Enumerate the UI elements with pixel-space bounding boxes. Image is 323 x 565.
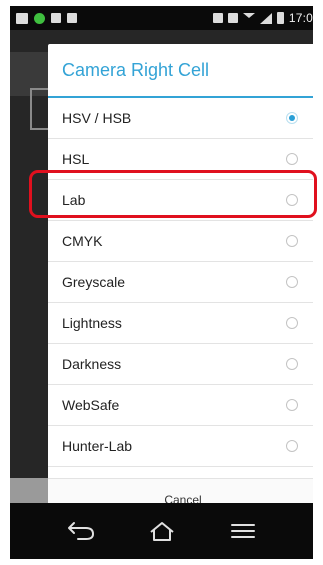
radio-unselected-icon[interactable] [286, 235, 298, 247]
option-label: WebSafe [62, 397, 120, 413]
option-list: HSV / HSB HSL Lab CMYK Greyscale Lightne… [48, 98, 313, 467]
home-button[interactable] [142, 511, 182, 551]
option-websafe[interactable]: WebSafe [48, 385, 313, 426]
radio-unselected-icon[interactable] [286, 399, 298, 411]
option-label: Greyscale [62, 274, 126, 290]
status-left [16, 10, 77, 26]
wifi-icon [242, 13, 255, 23]
option-hunter-lab[interactable]: Hunter-Lab [48, 426, 313, 467]
option-greyscale[interactable]: Greyscale [48, 262, 313, 303]
radio-unselected-icon[interactable] [286, 194, 298, 206]
status-time: 17:0 [288, 11, 313, 25]
app-notification-icon [34, 12, 45, 24]
menu-button[interactable] [223, 511, 263, 551]
option-label: Hunter-Lab [62, 438, 133, 454]
radio-unselected-icon[interactable] [286, 440, 298, 452]
option-label: Lightness [62, 315, 122, 331]
nfc-icon [212, 13, 223, 23]
option-label: Lab [62, 192, 86, 208]
option-label: HSV / HSB [62, 110, 132, 126]
phone-screen: 17:0 Camera Right Cell HSV / HSB HSL Lab… [10, 6, 313, 559]
option-lab[interactable]: Lab [48, 180, 313, 221]
navigation-bar [10, 503, 313, 559]
option-label: HSL [62, 151, 90, 167]
cat-notification-icon [51, 13, 61, 23]
back-arrow-icon [67, 522, 94, 540]
option-darkness[interactable]: Darkness [48, 344, 313, 385]
menu-icon [230, 524, 255, 538]
radio-unselected-icon[interactable] [286, 358, 298, 370]
image-notification-icon [67, 13, 77, 23]
battery-icon [276, 12, 284, 24]
color-model-dialog: Camera Right Cell HSV / HSB HSL Lab CMYK… [48, 44, 313, 520]
option-cmyk[interactable]: CMYK [48, 221, 313, 262]
radio-unselected-icon[interactable] [286, 276, 298, 288]
home-icon [149, 522, 174, 541]
notification-icon [16, 12, 28, 24]
back-button[interactable] [61, 511, 101, 551]
radio-unselected-icon[interactable] [286, 317, 298, 329]
option-hsv-hsb[interactable]: HSV / HSB [48, 98, 313, 139]
vibrate-icon [227, 13, 238, 23]
radio-selected-icon[interactable] [286, 112, 298, 124]
option-label: Darkness [62, 356, 122, 372]
radio-unselected-icon[interactable] [286, 153, 298, 165]
status-right: 17:0 [212, 10, 313, 26]
signal-icon [259, 12, 272, 24]
option-lightness[interactable]: Lightness [48, 303, 313, 344]
status-bar: 17:0 [10, 6, 313, 30]
option-label: CMYK [62, 233, 103, 249]
option-hsl[interactable]: HSL [48, 139, 313, 180]
dialog-title: Camera Right Cell [48, 44, 313, 98]
